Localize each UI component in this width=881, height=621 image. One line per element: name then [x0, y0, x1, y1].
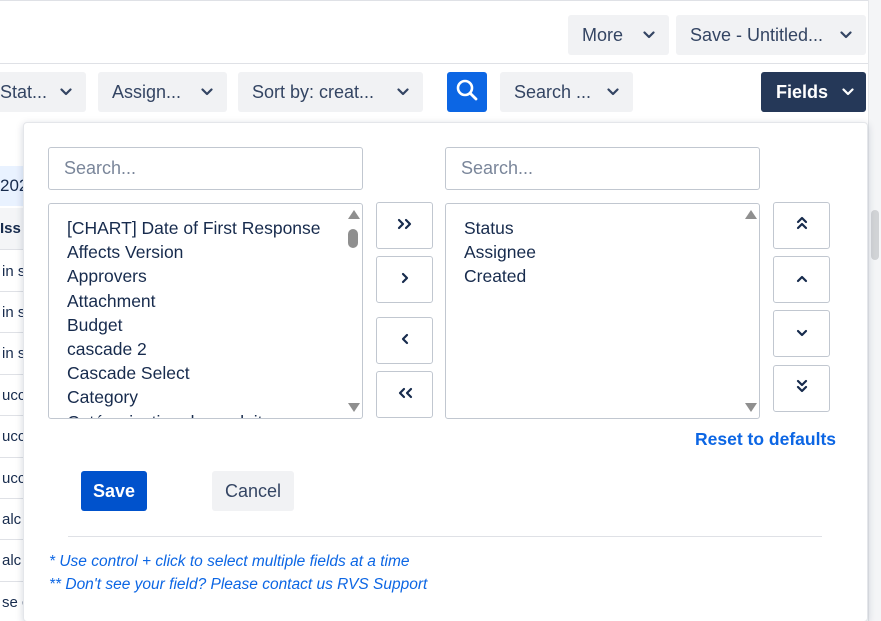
available-field-option[interactable]: [CHART] Date of First Response: [67, 216, 342, 240]
chevron-right-icon: [400, 271, 410, 289]
selected-field-option[interactable]: Status: [464, 216, 739, 240]
save-view-button[interactable]: Save - Untitled...: [676, 15, 866, 55]
status-filter-button[interactable]: Stat...: [0, 72, 86, 112]
top-border: [0, 0, 881, 1]
table-column-header: Iss: [0, 208, 24, 250]
selected-field-option[interactable]: Created: [464, 264, 739, 288]
selected-fields-scrollbar[interactable]: [741, 204, 759, 418]
assignee-filter-label: Assign...: [112, 81, 182, 102]
double-chevron-down-icon: [796, 378, 808, 399]
available-field-option[interactable]: Approvers: [67, 264, 342, 288]
chevron-down-icon: [597, 88, 619, 96]
more-label: More: [582, 24, 624, 45]
available-fields-search-input[interactable]: Search...: [48, 147, 363, 190]
chevron-down-icon: [796, 325, 808, 343]
double-chevron-up-icon: [796, 215, 808, 236]
save-view-label: Save - Untitled...: [690, 24, 824, 45]
selected-field-option[interactable]: Assignee: [464, 240, 739, 264]
double-chevron-left-icon: [397, 386, 413, 404]
scroll-up-arrow-icon[interactable]: [745, 210, 757, 219]
page-scrollbar-thumb[interactable]: [871, 210, 879, 260]
sort-button[interactable]: Sort by: creat...: [238, 72, 423, 112]
remove-all-button[interactable]: [376, 371, 433, 418]
available-fields-list[interactable]: [CHART] Date of First Response Affects Ve…: [48, 203, 363, 419]
fields-label: Fields: [776, 81, 829, 102]
move-bottom-button[interactable]: [773, 365, 830, 412]
cancel-button[interactable]: Cancel: [212, 471, 294, 511]
add-all-button[interactable]: [376, 202, 433, 249]
chevron-up-icon: [796, 271, 808, 289]
status-filter-label: Stat...: [0, 81, 48, 102]
available-field-option[interactable]: Attachment: [67, 289, 342, 313]
selected-fields-list[interactable]: Status Assignee Created: [445, 203, 760, 419]
chevron-left-icon: [400, 332, 410, 350]
move-up-button[interactable]: [773, 256, 830, 303]
chevron-down-icon: [830, 31, 852, 39]
available-field-option[interactable]: Affects Version: [67, 240, 342, 264]
available-fields-scrollbar[interactable]: [344, 204, 362, 418]
fields-button[interactable]: Fields: [761, 72, 866, 112]
search-mode-label: Search ...: [514, 81, 592, 102]
move-down-button[interactable]: [773, 310, 830, 357]
selected-fields-search-input[interactable]: Search...: [445, 147, 760, 190]
search-icon: [455, 78, 479, 107]
move-top-button[interactable]: [773, 202, 830, 249]
chevron-down-icon: [633, 31, 655, 39]
remove-button[interactable]: [376, 317, 433, 364]
panel-divider: [68, 536, 822, 537]
assignee-filter-button[interactable]: Assign...: [98, 72, 227, 112]
scroll-down-arrow-icon[interactable]: [745, 403, 757, 412]
available-fields-items: [CHART] Date of First Response Affects Ve…: [67, 216, 342, 419]
reset-to-defaults-link[interactable]: Reset to defaults: [695, 429, 836, 450]
available-field-option[interactable]: Cascade Select: [67, 361, 342, 385]
support-hint: ** Don't see your field? Please contact …: [49, 576, 428, 593]
chevron-down-icon: [191, 88, 213, 96]
toolbar-divider: [0, 63, 870, 64]
search-button[interactable]: [447, 72, 487, 112]
table-date-header: 202: [0, 166, 24, 206]
chevron-down-icon: [842, 88, 854, 96]
available-field-option[interactable]: cascade 2: [67, 337, 342, 361]
available-field-option[interactable]: Catégorisation du produit: [67, 410, 342, 419]
save-button[interactable]: Save: [81, 471, 147, 511]
scroll-down-arrow-icon[interactable]: [348, 403, 360, 412]
scrollbar-thumb[interactable]: [348, 229, 358, 248]
search-mode-button[interactable]: Search ...: [500, 72, 633, 112]
double-chevron-right-icon: [397, 217, 413, 235]
add-button[interactable]: [376, 256, 433, 303]
chevron-down-icon: [50, 88, 72, 96]
scroll-up-arrow-icon[interactable]: [348, 210, 360, 219]
selected-fields-items: Status Assignee Created: [464, 216, 739, 289]
available-field-option[interactable]: Budget: [67, 313, 342, 337]
page-scrollbar[interactable]: [868, 0, 881, 621]
sort-label: Sort by: creat...: [252, 81, 375, 102]
multi-select-hint: * Use control + click to select multiple…: [49, 553, 410, 570]
available-field-option[interactable]: Category: [67, 385, 342, 409]
chevron-down-icon: [387, 88, 409, 96]
more-button[interactable]: More: [568, 15, 669, 55]
